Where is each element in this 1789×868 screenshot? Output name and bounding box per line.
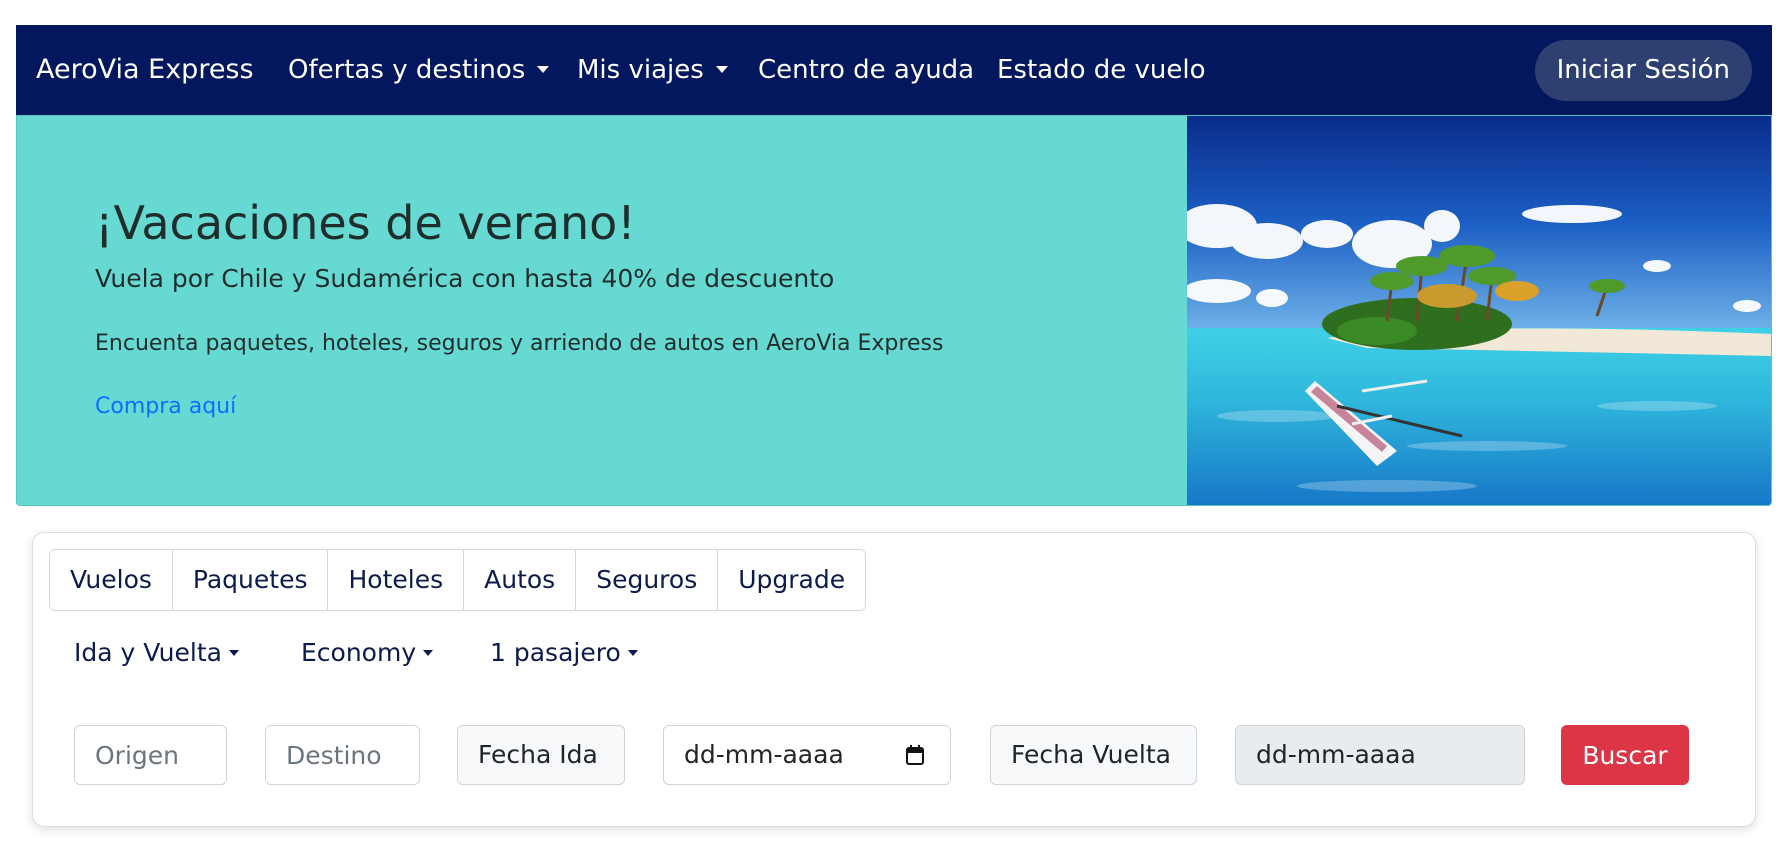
return-date-label: Fecha Vuelta xyxy=(990,725,1197,785)
nav-my-trips-label: Mis viajes xyxy=(577,55,704,85)
chevron-down-icon xyxy=(627,649,638,656)
cabin-class-dropdown[interactable]: Economy xyxy=(301,633,434,673)
nav-flight-status[interactable]: Estado de vuelo xyxy=(997,25,1206,115)
tab-upgrade[interactable]: Upgrade xyxy=(718,550,866,610)
departure-date-input[interactable]: dd-mm-aaaa xyxy=(663,725,951,785)
tab-flights[interactable]: Vuelos xyxy=(50,550,173,610)
hero-subtitle: Vuela por Chile y Sudamérica con hasta 4… xyxy=(95,264,835,293)
nav-help-center[interactable]: Centro de ayuda xyxy=(758,25,974,115)
search-tabs: Vuelos Paquetes Hoteles Autos Seguros Up… xyxy=(49,549,867,611)
return-date-input[interactable]: dd-mm-aaaa xyxy=(1235,725,1525,785)
passengers-dropdown[interactable]: 1 pasajero xyxy=(490,633,638,673)
hero-title: ¡Vacaciones de verano! xyxy=(95,196,636,250)
chevron-down-icon xyxy=(228,649,239,656)
calendar-icon[interactable] xyxy=(906,745,924,765)
tab-cars[interactable]: Autos xyxy=(464,550,577,610)
departure-date-label: Fecha Ida xyxy=(457,725,625,785)
brand-logo[interactable]: AeroVia Express xyxy=(36,25,254,115)
trip-type-dropdown[interactable]: Ida y Vuelta xyxy=(74,633,239,673)
buy-here-link[interactable]: Compra aquí xyxy=(95,394,236,419)
nav-my-trips-dropdown[interactable]: Mis viajes xyxy=(577,25,728,115)
destination-input[interactable] xyxy=(265,725,420,785)
chevron-down-icon xyxy=(715,65,728,73)
trip-type-label: Ida y Vuelta xyxy=(74,638,222,667)
hero-island-image xyxy=(1187,116,1771,505)
top-navbar: AeroVia Express Ofertas y destinos Mis v… xyxy=(16,25,1772,115)
chevron-down-icon xyxy=(537,65,550,73)
search-button[interactable]: Buscar xyxy=(1561,725,1689,785)
tab-insurance[interactable]: Seguros xyxy=(576,550,719,610)
hero-description: Encuenta paquetes, hoteles, seguros y ar… xyxy=(95,331,944,356)
departure-date-value: dd-mm-aaaa xyxy=(684,740,844,769)
login-button[interactable]: Iniciar Sesión xyxy=(1534,40,1752,101)
chevron-down-icon xyxy=(423,649,434,656)
flight-search-card: Vuelos Paquetes Hoteles Autos Seguros Up… xyxy=(32,532,1756,827)
hero-banner: ¡Vacaciones de verano! Vuela por Chile y… xyxy=(16,115,1772,506)
nav-offers-dropdown[interactable]: Ofertas y destinos xyxy=(288,25,550,115)
tab-hotels[interactable]: Hoteles xyxy=(328,550,465,610)
cabin-class-label: Economy xyxy=(301,638,417,667)
origin-input[interactable] xyxy=(74,725,227,785)
tab-packages[interactable]: Paquetes xyxy=(172,550,329,610)
passengers-label: 1 pasajero xyxy=(490,638,621,667)
nav-offers-label: Ofertas y destinos xyxy=(288,55,526,85)
